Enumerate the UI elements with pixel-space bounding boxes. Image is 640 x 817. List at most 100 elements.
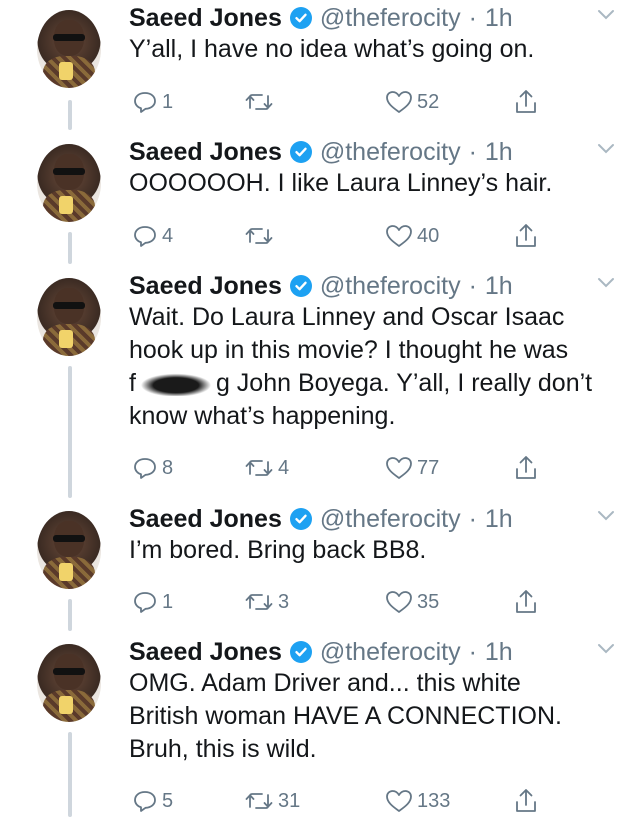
chevron-down-icon[interactable] bbox=[596, 642, 616, 656]
tweet-text-fragment: f bbox=[129, 369, 136, 397]
verified-badge-icon bbox=[289, 641, 312, 663]
tweet-actions: 1 3 35 bbox=[129, 587, 549, 617]
reply-button[interactable]: 4 bbox=[132, 221, 173, 251]
tweet[interactable]: Saeed Jones @theferocity · 1h Wait. Do Lau… bbox=[0, 268, 640, 498]
author-name[interactable]: Saeed Jones bbox=[129, 638, 282, 667]
retweet-button[interactable] bbox=[244, 221, 278, 251]
heart-icon bbox=[386, 790, 412, 812]
tweet-text-line: British woman HAVE A CONNECTION. bbox=[129, 702, 562, 730]
tweet-text: Y’all, I have no idea what’s going on. bbox=[129, 33, 619, 66]
timestamp[interactable]: 1h bbox=[485, 138, 513, 167]
share-button[interactable] bbox=[513, 786, 539, 816]
reply-button[interactable]: 5 bbox=[132, 786, 173, 816]
retweet-button[interactable]: 4 bbox=[244, 453, 289, 483]
reply-count: 1 bbox=[162, 90, 174, 113]
chevron-down-icon[interactable] bbox=[596, 142, 616, 156]
timestamp[interactable]: 1h bbox=[485, 638, 513, 667]
author-name[interactable]: Saeed Jones bbox=[129, 138, 282, 167]
tweet-text-line: Bruh, this is wild. bbox=[129, 735, 317, 763]
tweet-header: Saeed Jones @theferocity · 1h bbox=[129, 136, 513, 168]
heart-icon bbox=[386, 91, 412, 113]
tweet-text-line: Wait. Do Laura Linney and Oscar Isaac bbox=[129, 303, 565, 331]
like-button[interactable]: 133 bbox=[385, 786, 450, 816]
retweet-icon bbox=[245, 94, 273, 110]
tweet-text: I’m bored. Bring back BB8. bbox=[129, 534, 619, 567]
tweet-text: OOOOOOH. I like Laura Linney’s hair. bbox=[129, 167, 619, 200]
like-button[interactable]: 40 bbox=[385, 221, 439, 251]
retweet-icon bbox=[245, 228, 273, 244]
reply-button[interactable]: 8 bbox=[132, 453, 173, 483]
tweet[interactable]: Saeed Jones @theferocity · 1h I’m bored. B… bbox=[0, 501, 640, 631]
separator-dot: · bbox=[468, 137, 477, 166]
reply-button[interactable]: 1 bbox=[132, 587, 173, 617]
chevron-down-icon[interactable] bbox=[596, 276, 616, 290]
tweet-text-line: Y’all, I have no idea what’s going on. bbox=[129, 35, 535, 63]
tweet-actions: 1 52 bbox=[129, 87, 549, 117]
author-handle[interactable]: @theferocity bbox=[320, 638, 461, 667]
chevron-down-icon[interactable] bbox=[596, 8, 616, 22]
heart-icon bbox=[386, 591, 412, 613]
separator-dot: · bbox=[468, 3, 477, 32]
tweet-header: Saeed Jones @theferocity · 1h bbox=[129, 636, 513, 668]
share-button[interactable] bbox=[513, 87, 539, 117]
tweet-text-fragment: g John Boyega. Y’all, I really don’t bbox=[215, 369, 593, 397]
tweet-actions: 8 4 77 bbox=[129, 453, 549, 483]
separator-dot: · bbox=[468, 637, 477, 666]
like-button[interactable]: 35 bbox=[385, 587, 439, 617]
verified-badge-icon bbox=[289, 508, 312, 530]
chevron-down-icon[interactable] bbox=[596, 509, 616, 523]
reply-count: 8 bbox=[162, 456, 174, 479]
share-icon bbox=[516, 789, 536, 812]
retweet-button[interactable]: 31 bbox=[244, 786, 300, 816]
author-handle[interactable]: @theferocity bbox=[320, 505, 461, 534]
tweet[interactable]: Saeed Jones @theferocity · 1h OMG. Adam Dr… bbox=[0, 634, 640, 817]
reply-button[interactable]: 1 bbox=[132, 87, 173, 117]
retweet-button[interactable] bbox=[244, 87, 278, 117]
tweet-text-line-redacted: f g John Boyega. Y’all, I really don’t bbox=[129, 367, 619, 400]
avatar[interactable] bbox=[37, 10, 101, 88]
timestamp[interactable]: 1h bbox=[485, 505, 513, 534]
reply-icon bbox=[134, 226, 156, 247]
timestamp[interactable]: 1h bbox=[485, 272, 513, 301]
avatar[interactable] bbox=[37, 511, 101, 589]
reply-count: 4 bbox=[162, 224, 174, 247]
author-handle[interactable]: @theferocity bbox=[320, 4, 461, 33]
author-handle[interactable]: @theferocity bbox=[320, 138, 461, 167]
timestamp[interactable]: 1h bbox=[485, 4, 513, 33]
like-count: 35 bbox=[417, 590, 440, 613]
avatar[interactable] bbox=[37, 644, 101, 722]
avatar[interactable] bbox=[37, 278, 101, 356]
avatar[interactable] bbox=[37, 144, 101, 222]
like-button[interactable]: 77 bbox=[385, 453, 439, 483]
separator-dot: · bbox=[468, 504, 477, 533]
reply-icon bbox=[134, 791, 156, 812]
retweet-count: 4 bbox=[278, 456, 290, 479]
like-button[interactable]: 52 bbox=[385, 87, 439, 117]
verified-badge-icon bbox=[289, 275, 312, 297]
author-handle[interactable]: @theferocity bbox=[320, 272, 461, 301]
author-name[interactable]: Saeed Jones bbox=[129, 272, 282, 301]
share-icon bbox=[516, 90, 536, 113]
reply-count: 5 bbox=[162, 789, 174, 812]
reply-count: 1 bbox=[162, 590, 174, 613]
share-button[interactable] bbox=[513, 221, 539, 251]
verified-badge-icon bbox=[289, 141, 312, 163]
tweet-header: Saeed Jones @theferocity · 1h bbox=[129, 270, 513, 302]
redaction-scribble bbox=[135, 372, 216, 397]
retweet-count: 31 bbox=[278, 789, 301, 812]
tweet[interactable]: Saeed Jones @theferocity · 1h Y’all, I hav… bbox=[0, 0, 640, 130]
reply-icon bbox=[134, 92, 156, 113]
tweet-text-line: I’m bored. Bring back BB8. bbox=[129, 536, 427, 564]
retweet-icon bbox=[245, 793, 273, 809]
retweet-count: 3 bbox=[278, 590, 290, 613]
heart-icon bbox=[386, 457, 412, 479]
author-name[interactable]: Saeed Jones bbox=[129, 505, 282, 534]
tweet-text: OMG. Adam Driver and... this white Briti… bbox=[129, 667, 619, 766]
retweet-button[interactable]: 3 bbox=[244, 587, 289, 617]
tweet[interactable]: Saeed Jones @theferocity · 1h OOOOOOH. I l… bbox=[0, 134, 640, 264]
share-button[interactable] bbox=[513, 453, 539, 483]
like-count: 133 bbox=[417, 789, 451, 812]
author-name[interactable]: Saeed Jones bbox=[129, 4, 282, 33]
tweet-header: Saeed Jones @theferocity · 1h bbox=[129, 2, 513, 34]
share-button[interactable] bbox=[513, 587, 539, 617]
